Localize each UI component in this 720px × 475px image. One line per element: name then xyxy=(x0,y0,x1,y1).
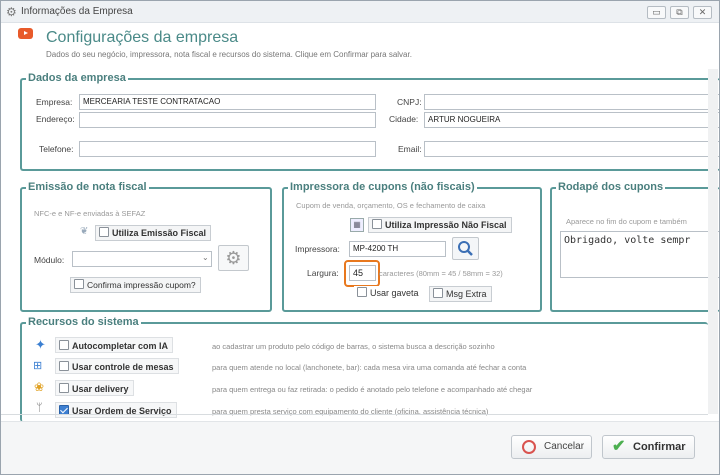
table-icon: ⊞ xyxy=(33,360,43,372)
autocompletar-checkbox[interactable]: Autocompletar com IA xyxy=(55,337,174,353)
calendar-icon: ▦ xyxy=(350,218,364,232)
delivery-label: Usar delivery xyxy=(72,384,129,394)
leaf-icon: ❦ xyxy=(80,226,89,237)
telefone-label: Telefone: xyxy=(39,144,74,154)
rodape-legend: Rodapé dos cupons xyxy=(556,181,666,193)
rodape-hint: Aparece no fim do cupom e também xyxy=(566,217,687,226)
confirma-impressao-label: Confirma impressão cupom? xyxy=(87,280,196,290)
usar-gaveta-label: Usar gaveta xyxy=(370,288,419,298)
largura-input[interactable]: 45 xyxy=(349,265,376,281)
header: Configurações da empresa Dados do seu ne… xyxy=(1,23,719,67)
delivery-checkbox[interactable]: Usar delivery xyxy=(55,380,134,396)
confirm-button[interactable]: ✔ Confirmar xyxy=(602,435,695,459)
cidade-input[interactable]: ARTUR NOGUEIRA xyxy=(424,112,719,128)
msg-extra-label: Msg Extra xyxy=(446,289,487,299)
confirm-label: Confirmar xyxy=(633,441,686,453)
checkbox-box xyxy=(372,219,382,229)
ordem-servico-checkbox[interactable]: Usar Ordem de Serviço xyxy=(55,402,177,418)
gear-icon: ⚙ xyxy=(225,248,242,268)
impressora-input[interactable]: MP-4200 TH xyxy=(349,241,446,257)
endereco-input[interactable] xyxy=(79,112,376,128)
printer-legend: Impressora de cupons (não fiscais) xyxy=(288,181,477,193)
window-title: Informações da Empresa xyxy=(21,6,133,17)
confirma-impressao-checkbox[interactable]: Confirma impressão cupom? xyxy=(70,277,201,293)
utiliza-impressao-label: Utiliza Impressão Não Fiscal xyxy=(385,220,507,230)
checkbox-box xyxy=(99,227,109,237)
modulo-select[interactable] xyxy=(72,251,212,267)
chevron-down-icon[interactable]: ⌄ xyxy=(202,253,209,262)
company-legend: Dados da empresa xyxy=(26,72,128,84)
usar-gaveta-checkbox[interactable]: Usar gaveta xyxy=(354,286,423,302)
maximize-button[interactable]: ⧉ xyxy=(670,6,689,19)
scrollbar[interactable] xyxy=(708,69,718,414)
sparkle-icon: ✦ xyxy=(35,337,46,352)
settings-gear-button[interactable]: ⚙ xyxy=(218,245,249,271)
cancel-icon xyxy=(522,440,536,454)
impressora-label: Impressora: xyxy=(295,244,340,254)
window: ⚙ Informações da Empresa ▭ ⧉ ✕ Configura… xyxy=(0,0,720,475)
cancel-button[interactable]: Cancelar xyxy=(511,435,592,459)
rodape-textarea[interactable]: Obrigado, volte sempr xyxy=(560,231,719,278)
utiliza-emissao-label: Utiliza Emissão Fiscal xyxy=(112,228,207,238)
empresa-input[interactable]: MERCEARIA TESTE CONTRATACAO xyxy=(79,94,376,110)
telefone-input[interactable] xyxy=(79,141,376,157)
cnpj-label: CNPJ: xyxy=(397,97,422,107)
checkbox-box xyxy=(59,383,69,393)
footer-bar: Cancelar ✔ Confirmar xyxy=(1,421,719,474)
check-icon: ✔ xyxy=(612,438,626,455)
checkbox-box xyxy=(357,287,367,297)
footer-text-panel: Rodapé dos cupons Aparece no fim do cupo… xyxy=(550,181,719,312)
minimize-button[interactable]: ▭ xyxy=(647,6,666,19)
fiscal-legend: Emissão de nota fiscal xyxy=(26,181,149,193)
checkbox-box xyxy=(59,340,69,350)
largura-label: Largura: xyxy=(307,268,339,278)
checkbox-box xyxy=(74,279,84,289)
modulo-label: Módulo: xyxy=(34,255,65,265)
page-title: Configurações da empresa xyxy=(46,29,239,46)
title-bar: ⚙ Informações da Empresa ▭ ⧉ ✕ xyxy=(1,1,719,23)
checkbox-box xyxy=(433,288,443,298)
cnpj-input[interactable] xyxy=(424,94,719,110)
utiliza-impressao-checkbox[interactable]: Utiliza Impressão Não Fiscal xyxy=(368,217,512,233)
mesas-label: Usar controle de mesas xyxy=(72,362,174,372)
endereco-label: Endereço: xyxy=(36,114,75,124)
delivery-icon: ❀ xyxy=(34,380,45,394)
printer-hint: Cupom de venda, orçamento, OS e fechamen… xyxy=(296,201,486,210)
empresa-label: Empresa: xyxy=(36,97,73,107)
email-label: Email: xyxy=(398,144,422,154)
search-printer-button[interactable] xyxy=(452,237,479,260)
company-panel: Dados da empresa Empresa: MERCEARIA TEST… xyxy=(20,72,719,171)
close-button[interactable]: ✕ xyxy=(693,6,712,19)
page-subtitle: Dados do seu negócio, impressora, nota f… xyxy=(46,50,412,59)
largura-hint: caracteres (80mm = 45 / 58mm = 32) xyxy=(379,269,503,278)
fiscal-hint: NFC-e e NF-e enviadas à SEFAZ xyxy=(34,209,146,218)
delivery-desc: para quem entrega ou faz retirada: o ped… xyxy=(212,385,533,394)
autocompletar-label: Autocompletar com IA xyxy=(72,341,169,351)
autocompletar-desc: ao cadastrar um produto pelo código de b… xyxy=(212,342,495,351)
checkbox-box xyxy=(59,361,69,371)
features-panel: Recursos do sistema ✦ Autocompletar com … xyxy=(20,316,708,422)
mesas-desc: para quem atende no local (lanchonete, b… xyxy=(212,363,527,372)
cancel-label: Cancelar xyxy=(544,441,585,452)
features-legend: Recursos do sistema xyxy=(26,316,141,328)
printer-panel: Impressora de cupons (não fiscais) Cupom… xyxy=(282,181,542,312)
separator xyxy=(1,414,708,415)
gear-icon: ⚙ xyxy=(6,5,17,19)
email-input[interactable] xyxy=(424,141,719,157)
utiliza-emissao-checkbox[interactable]: Utiliza Emissão Fiscal xyxy=(95,225,212,241)
cidade-label: Cidade: xyxy=(389,114,419,124)
search-icon xyxy=(458,241,473,256)
msg-extra-checkbox[interactable]: Msg Extra xyxy=(429,286,492,302)
mesas-checkbox[interactable]: Usar controle de mesas xyxy=(55,358,179,374)
play-icon[interactable] xyxy=(18,28,33,39)
fiscal-panel: Emissão de nota fiscal NFC-e e NF-e envi… xyxy=(20,181,272,312)
